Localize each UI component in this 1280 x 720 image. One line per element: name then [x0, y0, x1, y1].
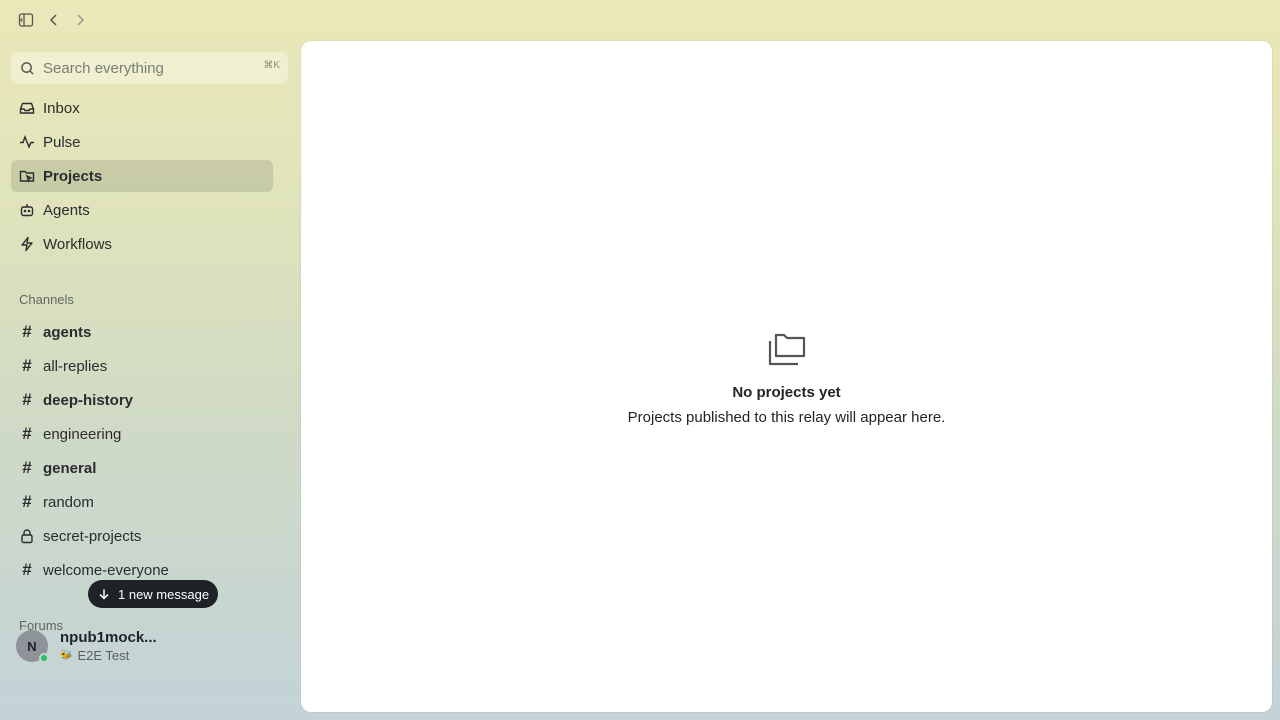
- arrow-down-icon: [99, 589, 109, 600]
- projects-icon: [19, 168, 35, 184]
- channel-label: general: [43, 459, 97, 477]
- user-status: 🐝 E2E Test: [60, 648, 129, 663]
- sidebar: ⌘K Inbox Pulse Projects Agents Workflows…: [0, 40, 300, 720]
- inbox-icon: [19, 100, 35, 116]
- channel-label: all-replies: [43, 357, 108, 375]
- search-input[interactable]: [43, 59, 243, 77]
- search-box[interactable]: ⌘K: [11, 52, 288, 84]
- user-profile[interactable]: N npub1mock... 🐝 E2E Test: [16, 629, 286, 664]
- channel-label: deep-history: [43, 391, 134, 409]
- hash-icon: #: [22, 458, 32, 477]
- search-shortcut: ⌘K: [263, 60, 280, 71]
- hash-icon: #: [22, 390, 32, 409]
- main-panel: No projects yet Projects published to th…: [301, 41, 1272, 712]
- nav-pulse-label: Pulse: [43, 133, 81, 151]
- channel-all-replies[interactable]: # all-replies: [11, 350, 273, 382]
- bot-icon: [19, 202, 35, 218]
- hash-icon: #: [22, 322, 32, 341]
- channel-label: engineering: [43, 425, 122, 443]
- nav-workflows[interactable]: Workflows: [11, 228, 273, 260]
- empty-state-title: No projects yet: [732, 384, 841, 401]
- channel-label: agents: [43, 323, 92, 341]
- pulse-icon: [19, 134, 35, 150]
- top-bar: [0, 0, 300, 40]
- nav-pulse[interactable]: Pulse: [11, 126, 273, 158]
- channel-label: random: [43, 493, 94, 511]
- lock-icon: [19, 528, 35, 544]
- lightning-icon: [19, 236, 35, 252]
- nav-workflows-label: Workflows: [43, 235, 112, 253]
- channel-engineering[interactable]: # engineering: [11, 418, 273, 450]
- new-message-button[interactable]: 1 new message: [88, 580, 219, 608]
- folders-icon: [768, 333, 805, 366]
- channel-label: welcome-everyone: [43, 561, 169, 579]
- forward-button[interactable]: [70, 10, 90, 30]
- nav-inbox[interactable]: Inbox: [11, 92, 273, 124]
- online-status-indicator: [39, 653, 49, 663]
- chevron-right-icon: [77, 14, 85, 26]
- channel-secret-projects[interactable]: secret-projects: [11, 520, 273, 552]
- search-icon: [21, 61, 34, 75]
- user-status-text: E2E Test: [77, 648, 130, 663]
- empty-state: No projects yet Projects published to th…: [301, 331, 1272, 426]
- chevron-left-icon: [49, 14, 57, 26]
- channel-general[interactable]: # general: [11, 452, 273, 484]
- user-name: npub1mock...: [60, 629, 157, 646]
- sidebar-toggle-button[interactable]: [16, 10, 36, 30]
- hash-icon: #: [22, 424, 32, 443]
- channel-deep-history[interactable]: # deep-history: [11, 384, 273, 416]
- sidebar-toggle-icon: [18, 13, 34, 27]
- nav-agents-label: Agents: [43, 201, 90, 219]
- new-message-label: 1 new message: [118, 586, 210, 602]
- nav-projects[interactable]: Projects: [11, 160, 273, 192]
- channel-label: secret-projects: [43, 527, 142, 545]
- hash-icon: #: [22, 560, 32, 579]
- hash-icon: #: [22, 356, 32, 375]
- hash-icon: #: [22, 492, 32, 511]
- channel-random[interactable]: # random: [11, 486, 273, 518]
- status-emoji: 🐝: [60, 650, 73, 661]
- channel-agents[interactable]: # agents: [11, 316, 273, 348]
- channels-section-label: Channels: [19, 292, 74, 307]
- back-button[interactable]: [44, 10, 64, 30]
- empty-state-subtitle: Projects published to this relay will ap…: [627, 409, 946, 426]
- nav-projects-label: Projects: [43, 167, 103, 185]
- nav-agents[interactable]: Agents: [11, 194, 273, 226]
- nav-inbox-label: Inbox: [43, 99, 80, 117]
